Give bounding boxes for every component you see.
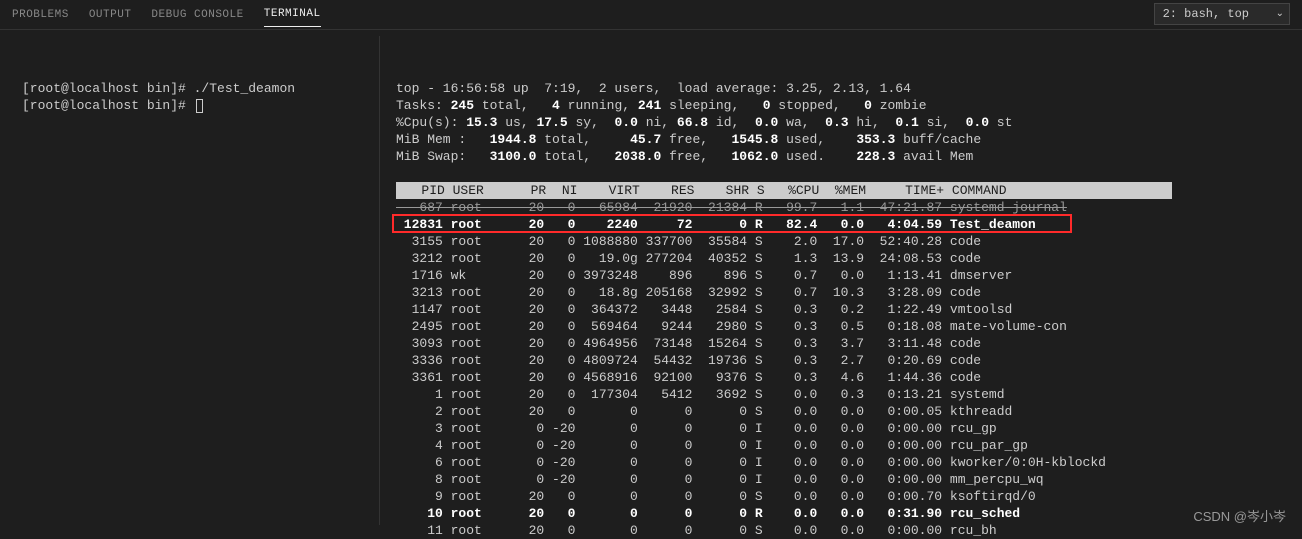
process-row: 12831 root 20 0 2240 72 0 R 82.4 0.0 4:0… (396, 217, 1036, 232)
process-row: 2495 root 20 0 569464 9244 2980 S 0.3 0.… (396, 319, 1067, 334)
tab-output[interactable]: OUTPUT (89, 3, 132, 27)
terminal-right-pane[interactable]: top - 16:56:58 up 7:19, 2 users, load av… (380, 30, 1302, 531)
process-row: 3155 root 20 0 1088880 337700 35584 S 2.… (396, 234, 981, 249)
watermark: CSDN @岑小岑 (1193, 506, 1286, 525)
tab-terminal[interactable]: TERMINAL (264, 2, 321, 27)
tab-debug-console[interactable]: DEBUG CONSOLE (151, 3, 243, 27)
process-row: 3093 root 20 0 4964956 73148 15264 S 0.3… (396, 336, 981, 351)
process-row: 3 root 0 -20 0 0 0 I 0.0 0.0 0:00.00 rcu… (396, 421, 997, 436)
panel-tabbar: PROBLEMS OUTPUT DEBUG CONSOLE TERMINAL (0, 0, 1302, 30)
terminal-left-pane[interactable]: [root@localhost bin]# ./Test_deamon [roo… (0, 30, 380, 531)
process-row: 1147 root 20 0 364372 3448 2584 S 0.3 0.… (396, 302, 1012, 317)
process-row: 3212 root 20 0 19.0g 277204 40352 S 1.3 … (396, 251, 981, 266)
process-row: 2 root 20 0 0 0 0 S 0.0 0.0 0:00.05 kthr… (396, 404, 1012, 419)
process-row: 4 root 0 -20 0 0 0 I 0.0 0.0 0:00.00 rcu… (396, 438, 1028, 453)
terminal-split: [root@localhost bin]# ./Test_deamon [roo… (0, 30, 1302, 531)
process-row: 10 root 20 0 0 0 0 R 0.0 0.0 0:31.90 rcu… (396, 506, 1020, 521)
process-row: 9 root 20 0 0 0 0 S 0.0 0.0 0:00.70 ksof… (396, 489, 1036, 504)
chevron-down-icon: ⌄ (1276, 8, 1284, 20)
process-row: 6 root 0 -20 0 0 0 I 0.0 0.0 0:00.00 kwo… (396, 455, 1106, 470)
process-row: 1716 wk 20 0 3973248 896 896 S 0.7 0.0 1… (396, 268, 1012, 283)
process-row: 3336 root 20 0 4809724 54432 19736 S 0.3… (396, 353, 981, 368)
terminal-shell-selector[interactable]: 2: bash, top (1154, 3, 1290, 25)
top-column-header: PID USER PR NI VIRT RES SHR S %CPU %MEM … (396, 182, 1172, 199)
process-row: 687 root 20 0 65984 21920 21384 R 99.7 1… (396, 200, 1067, 215)
process-row: 1 root 20 0 177304 5412 3692 S 0.0 0.3 0… (396, 387, 1005, 402)
cursor (196, 99, 203, 113)
process-row: 3361 root 20 0 4568916 92100 9376 S 0.3 … (396, 370, 981, 385)
process-row: 3213 root 20 0 18.8g 205168 32992 S 0.7 … (396, 285, 981, 300)
tab-problems[interactable]: PROBLEMS (12, 3, 69, 27)
process-row: 8 root 0 -20 0 0 0 I 0.0 0.0 0:00.00 mm_… (396, 472, 1044, 487)
